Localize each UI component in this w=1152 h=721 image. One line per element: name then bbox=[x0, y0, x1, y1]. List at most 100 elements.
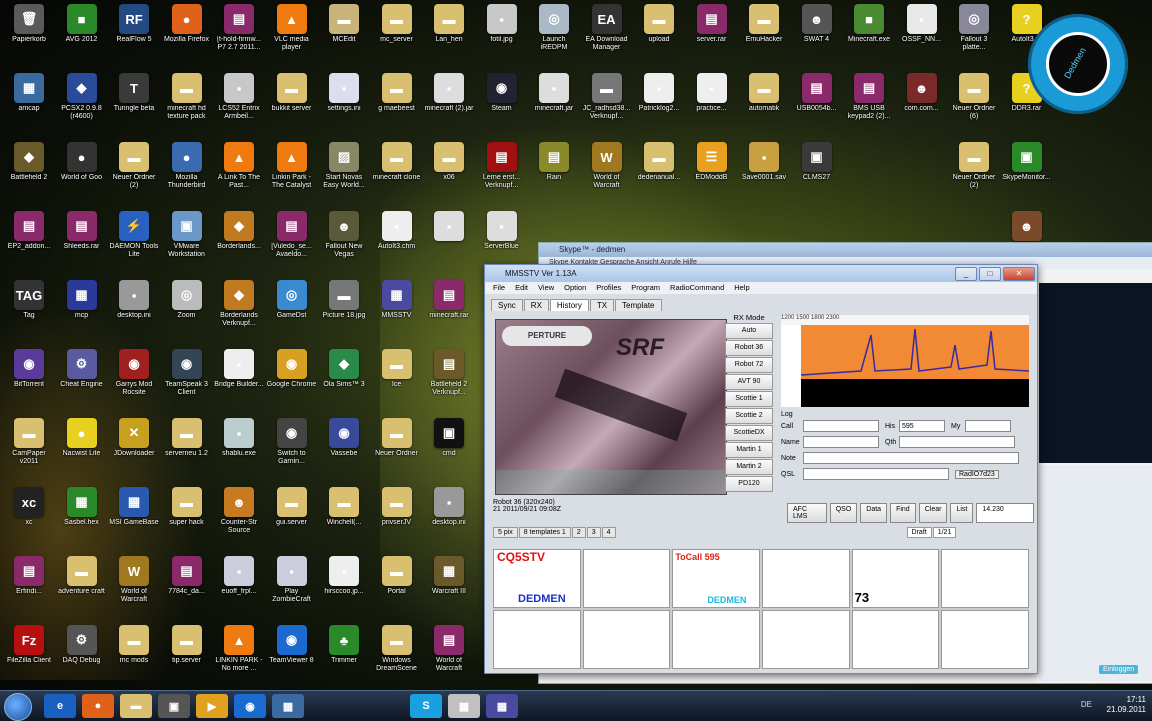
desktop-icon[interactable]: ◎ Fallout 3 platte... bbox=[949, 4, 999, 68]
menu-radiocommand[interactable]: RadioCommand bbox=[670, 282, 724, 294]
template-cell-3[interactable]: ToCall 595 DEDMEN bbox=[672, 549, 760, 608]
rx-mode-button[interactable]: Robot 36 bbox=[725, 340, 773, 356]
desktop-icon[interactable]: ▬ super hack bbox=[162, 487, 212, 551]
desktop-icon[interactable]: ▬ Windows DreamScene bbox=[372, 625, 422, 689]
desktop-icon[interactable]: ▪ settings.ini bbox=[319, 73, 369, 137]
rx-mode-button[interactable]: Scottie 2 bbox=[725, 408, 773, 424]
desktop-icon[interactable]: ▪ AutoIt3.chm bbox=[372, 211, 422, 275]
desktop-icon[interactable]: ▤ World of Warcraft bbox=[424, 625, 474, 689]
template-cell-10[interactable] bbox=[761, 610, 850, 669]
desktop-icon[interactable]: ▤ EP2_addon... bbox=[4, 211, 54, 275]
desktop-icon[interactable]: Fz FileZilla Client bbox=[4, 625, 54, 689]
desktop-icon[interactable]: ▲ Linkin Park - The Catalyst bbox=[267, 142, 317, 206]
desktop-icon[interactable]: ◆ Borderlands... bbox=[214, 211, 264, 275]
desktop-icon[interactable]: ⚙ DAQ Debug bbox=[57, 625, 107, 689]
desktop-icon[interactable]: ▪ fotil.jpg bbox=[477, 4, 527, 68]
desktop-icon[interactable]: ▤ [t-hold-firmw... P7 2.7 2011... bbox=[214, 4, 264, 68]
desktop-icon[interactable]: ▣ CLMS27 bbox=[792, 142, 842, 206]
desktop-icon[interactable]: ▣ VMware Workstation bbox=[162, 211, 212, 275]
desktop-icon[interactable]: ▤ Battlefield 2 Verknupf... bbox=[424, 349, 474, 413]
desktop-icon[interactable]: ▣ cmd bbox=[424, 418, 474, 482]
desktop-icon[interactable]: ● Nacwist Lite bbox=[57, 418, 107, 482]
desktop-icon[interactable]: ▲ LINKIN PARK - No more ... bbox=[214, 625, 264, 689]
qsl-input[interactable] bbox=[803, 468, 949, 480]
menu-profiles[interactable]: Profiles bbox=[596, 282, 621, 294]
afc-toggle[interactable]: AFC LMS bbox=[787, 503, 827, 523]
desktop-icon[interactable]: ▬ adventure craft bbox=[57, 556, 107, 620]
desktop-icon[interactable]: ▤ Rain bbox=[529, 142, 579, 206]
template-cell-6[interactable] bbox=[941, 549, 1029, 608]
desktop-icon[interactable]: ▦ MMSSTV bbox=[372, 280, 422, 344]
template-tab-3[interactable]: 3 bbox=[586, 527, 601, 538]
desktop-icon[interactable]: ▪ minecraft (2).jar bbox=[424, 73, 474, 137]
desktop-icon[interactable]: ▪ bbox=[424, 211, 474, 275]
desktop-icon[interactable]: ▬ mc mods bbox=[109, 625, 159, 689]
frequency-select[interactable]: 14.230 bbox=[976, 503, 1034, 523]
desktop-icon[interactable]: ▪ Patricklog2... bbox=[634, 73, 684, 137]
desktop-icon[interactable]: ▲ VLC media player bbox=[267, 4, 317, 68]
desktop-icon[interactable]: ☰ EDModdB bbox=[687, 142, 737, 206]
desktop-icon[interactable]: ▬ MCEdit bbox=[319, 4, 369, 68]
desktop-icon[interactable]: ▦ amcap bbox=[4, 73, 54, 137]
desktop-icon[interactable]: ▬ Picture 18.jpg bbox=[319, 280, 369, 344]
taskbar-item[interactable]: ◉ bbox=[234, 694, 266, 718]
desktop-icon[interactable]: ▪ hirsccoo.jp... bbox=[319, 556, 369, 620]
desktop-icon[interactable]: ▤ server.rar bbox=[687, 4, 737, 68]
rx-mode-button[interactable]: ScottieDX bbox=[725, 425, 773, 441]
rx-picture[interactable]: PERTURE SRF bbox=[495, 319, 727, 495]
desktop-icon[interactable]: ▬ Neuer Ordner (6) bbox=[949, 73, 999, 137]
tab-sync[interactable]: Sync bbox=[491, 299, 523, 311]
template-tab-2[interactable]: 2 bbox=[571, 527, 586, 538]
desktop-icon[interactable]: ▬ Lan_hen bbox=[424, 4, 474, 68]
template-cell-1[interactable]: CQ5STV DEDMEN bbox=[493, 549, 581, 608]
maximize-button[interactable]: □ bbox=[979, 266, 1001, 281]
taskbar-item[interactable]: S bbox=[410, 694, 442, 718]
his-input[interactable] bbox=[899, 420, 945, 432]
desktop-icon[interactable]: ◉ TeamViewer 8 bbox=[267, 625, 317, 689]
desktop-icon[interactable]: ● Mozilla Thunderbird bbox=[162, 142, 212, 206]
taskbar-clock[interactable]: 17:11 21.09.2011 bbox=[1107, 695, 1146, 715]
desktop-icon[interactable]: ▪ Play ZombieCraft bbox=[267, 556, 317, 620]
desktop-icon[interactable]: ▬ automatik bbox=[739, 73, 789, 137]
desktop-icon[interactable]: ▪ euoff_frpl... bbox=[214, 556, 264, 620]
desktop-icon[interactable]: 🗑 Papierkorb bbox=[4, 4, 54, 68]
template-cell-5[interactable]: 73 bbox=[851, 549, 940, 608]
desktop-icon[interactable]: ▬ Neuer Ordner (2) bbox=[949, 142, 999, 206]
skype-login-tag[interactable]: Einloggen bbox=[1099, 665, 1139, 674]
desktop-icon[interactable]: ☻ SWAT 4 bbox=[792, 4, 842, 68]
desktop-icon[interactable]: ◆ Borderlands Verknupf... bbox=[214, 280, 264, 344]
desktop-icon[interactable]: ● World of Goo bbox=[57, 142, 107, 206]
rx-mode-button[interactable]: Martin 2 bbox=[725, 459, 773, 475]
rx-mode-button[interactable]: Scottie 1 bbox=[725, 391, 773, 407]
skype-title[interactable]: Skype™ - dedmen bbox=[539, 243, 1152, 257]
desktop-icon[interactable]: ▬ dedenanual... bbox=[634, 142, 684, 206]
desktop-icon[interactable]: ▬ EmuHacker bbox=[739, 4, 789, 68]
desktop-icon[interactable]: ☻ com.com... bbox=[897, 73, 947, 137]
desktop-icon[interactable]: ▬ bukkit server bbox=[267, 73, 317, 137]
qth-input[interactable] bbox=[899, 436, 1015, 448]
tab-template[interactable]: Template bbox=[615, 299, 662, 311]
tab-history[interactable]: History bbox=[549, 299, 589, 311]
desktop-icon[interactable]: ☻ Fallout New Vegas bbox=[319, 211, 369, 275]
tab-rx[interactable]: RX bbox=[523, 299, 549, 311]
desktop-icon[interactable]: ▪ Save0001.sav bbox=[739, 142, 789, 206]
desktop-icon[interactable]: T Tunngle beta bbox=[109, 73, 159, 137]
desktop-icon[interactable]: ◎ Launch iREDPM bbox=[529, 4, 579, 68]
desktop-icon[interactable]: ▪ Bridge Builder... bbox=[214, 349, 264, 413]
start-button[interactable] bbox=[4, 693, 32, 721]
desktop-icon[interactable]: ▤ 7784c_da... bbox=[162, 556, 212, 620]
desktop-icon[interactable]: ◆ PCSX2 0.9.8 (r4600) bbox=[57, 73, 107, 137]
desktop-icon[interactable]: ■ Minecraft.exe bbox=[844, 4, 894, 68]
desktop-icon[interactable]: ▬ Neuer Ordner (2) bbox=[109, 142, 159, 206]
desktop-icon[interactable]: ☻ Counter-Str Source bbox=[214, 487, 264, 551]
desktop-icon[interactable]: ◉ Steam bbox=[477, 73, 527, 137]
mmsstv-titlebar[interactable]: MMSSTV Ver 1.13A _ □ ✕ bbox=[485, 265, 1037, 282]
desktop-icon[interactable]: ▬ x06 bbox=[424, 142, 474, 206]
template-cell-4[interactable] bbox=[761, 549, 850, 608]
menu-program[interactable]: Program bbox=[631, 282, 660, 294]
close-button[interactable]: ✕ bbox=[1003, 266, 1035, 281]
desktop-icon[interactable]: ◉ Switch to Garnin... bbox=[267, 418, 317, 482]
menu-help[interactable]: Help bbox=[734, 282, 749, 294]
desktop-icon[interactable]: ▬ upload bbox=[634, 4, 684, 68]
desktop-icon[interactable]: ▦ Sasbel.hex bbox=[57, 487, 107, 551]
